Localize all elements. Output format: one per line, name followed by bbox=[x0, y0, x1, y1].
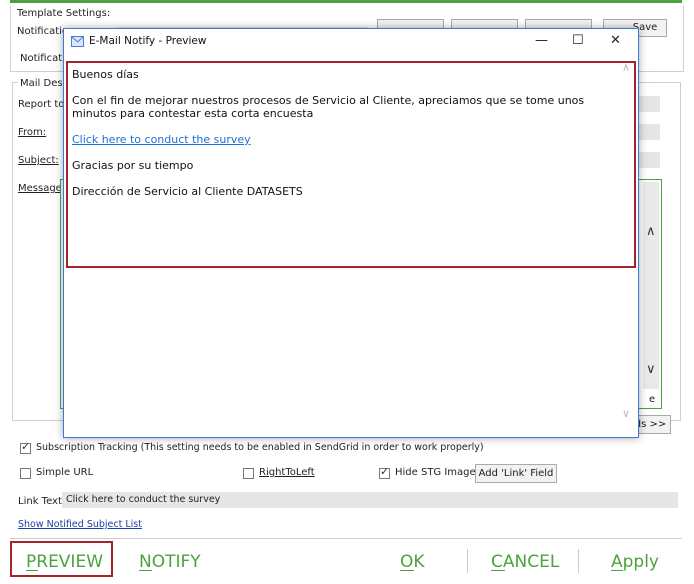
ok-button[interactable]: OK bbox=[400, 552, 425, 572]
fields-button-label: ds >> bbox=[634, 419, 667, 430]
preview-window-title: E-Mail Notify - Preview bbox=[89, 35, 207, 47]
preview-scroll-up-icon[interactable]: ∧ bbox=[622, 61, 630, 74]
add-link-field-button[interactable]: Add 'Link' Field bbox=[475, 464, 557, 483]
subscription-tracking-checkbox[interactable] bbox=[20, 440, 31, 454]
greeting-text: Buenos días bbox=[72, 68, 139, 81]
preview-window: E-Mail Notify - Preview — ☐ ✕ Buenos día… bbox=[63, 28, 639, 438]
body-line-1: Con el fin de mejorar nuestros procesos … bbox=[72, 94, 585, 107]
close-button[interactable]: ✕ bbox=[610, 33, 621, 48]
template-settings-title: Template Settings: bbox=[17, 8, 111, 19]
top-accent-line bbox=[10, 0, 682, 3]
subject-label: Subject: bbox=[18, 155, 59, 166]
footer-separator-1 bbox=[467, 549, 468, 573]
apply-accel-underline bbox=[611, 570, 623, 571]
signature-text: Dirección de Servicio al Cliente DATASET… bbox=[72, 185, 303, 198]
right-to-left-label: RightToLeft bbox=[259, 467, 315, 478]
right-to-left-checkbox[interactable] bbox=[243, 468, 254, 479]
subscription-tracking-label: Subscription Tracking (This setting need… bbox=[36, 442, 484, 453]
notification-label: Notificatio bbox=[17, 26, 69, 37]
footer-divider bbox=[10, 538, 682, 539]
link-text-value: Click here to conduct the survey bbox=[66, 494, 221, 505]
report-to-label: Report to: bbox=[18, 99, 68, 110]
maximize-button[interactable]: ☐ bbox=[572, 33, 584, 48]
from-field[interactable] bbox=[636, 124, 660, 140]
report-to-field[interactable] bbox=[636, 96, 660, 112]
link-text-label: Link Text: bbox=[18, 496, 66, 507]
editor-scrollbar[interactable] bbox=[643, 182, 659, 389]
hide-stg-image-checkbox[interactable] bbox=[379, 465, 390, 479]
survey-link[interactable]: Click here to conduct the survey bbox=[72, 133, 251, 146]
apply-button[interactable]: Apply bbox=[611, 552, 659, 572]
preview-accel-underline bbox=[26, 570, 38, 571]
thanks-text: Gracias por su tiempo bbox=[72, 159, 194, 172]
scroll-down-icon[interactable]: ∨ bbox=[646, 362, 656, 377]
cancel-accel-underline bbox=[491, 570, 505, 571]
mail-icon bbox=[71, 36, 84, 47]
preview-content: Buenos días Con el fin de mejorar nuestr… bbox=[66, 61, 636, 431]
simple-url-checkbox[interactable] bbox=[20, 468, 31, 479]
footer-separator-2 bbox=[578, 549, 579, 573]
subject-field[interactable] bbox=[636, 152, 660, 168]
hide-stg-image-label: Hide STG Image bbox=[395, 467, 476, 478]
message-label: Message: bbox=[18, 183, 66, 194]
cancel-button[interactable]: CANCEL bbox=[491, 552, 559, 572]
show-notified-subject-link[interactable]: Show Notified Subject List bbox=[18, 519, 142, 530]
body-line-2: minutos para contestar esta corta encues… bbox=[72, 107, 314, 120]
simple-url-label: Simple URL bbox=[36, 467, 94, 478]
minimize-button[interactable]: — bbox=[535, 33, 548, 48]
partial-e-label: e bbox=[649, 394, 656, 405]
from-label: From: bbox=[18, 127, 47, 138]
ok-accel-underline bbox=[400, 570, 414, 571]
add-link-field-label: Add 'Link' Field bbox=[478, 468, 554, 479]
preview-scroll-down-icon[interactable]: ∨ bbox=[622, 407, 630, 420]
preview-button[interactable]: PREVIEW bbox=[26, 552, 103, 572]
scroll-up-icon[interactable]: ∧ bbox=[646, 224, 656, 239]
link-text-field[interactable]: Click here to conduct the survey bbox=[62, 492, 678, 508]
notify-button[interactable]: NOTIFY bbox=[139, 552, 201, 572]
notify-accel-underline bbox=[139, 570, 152, 571]
